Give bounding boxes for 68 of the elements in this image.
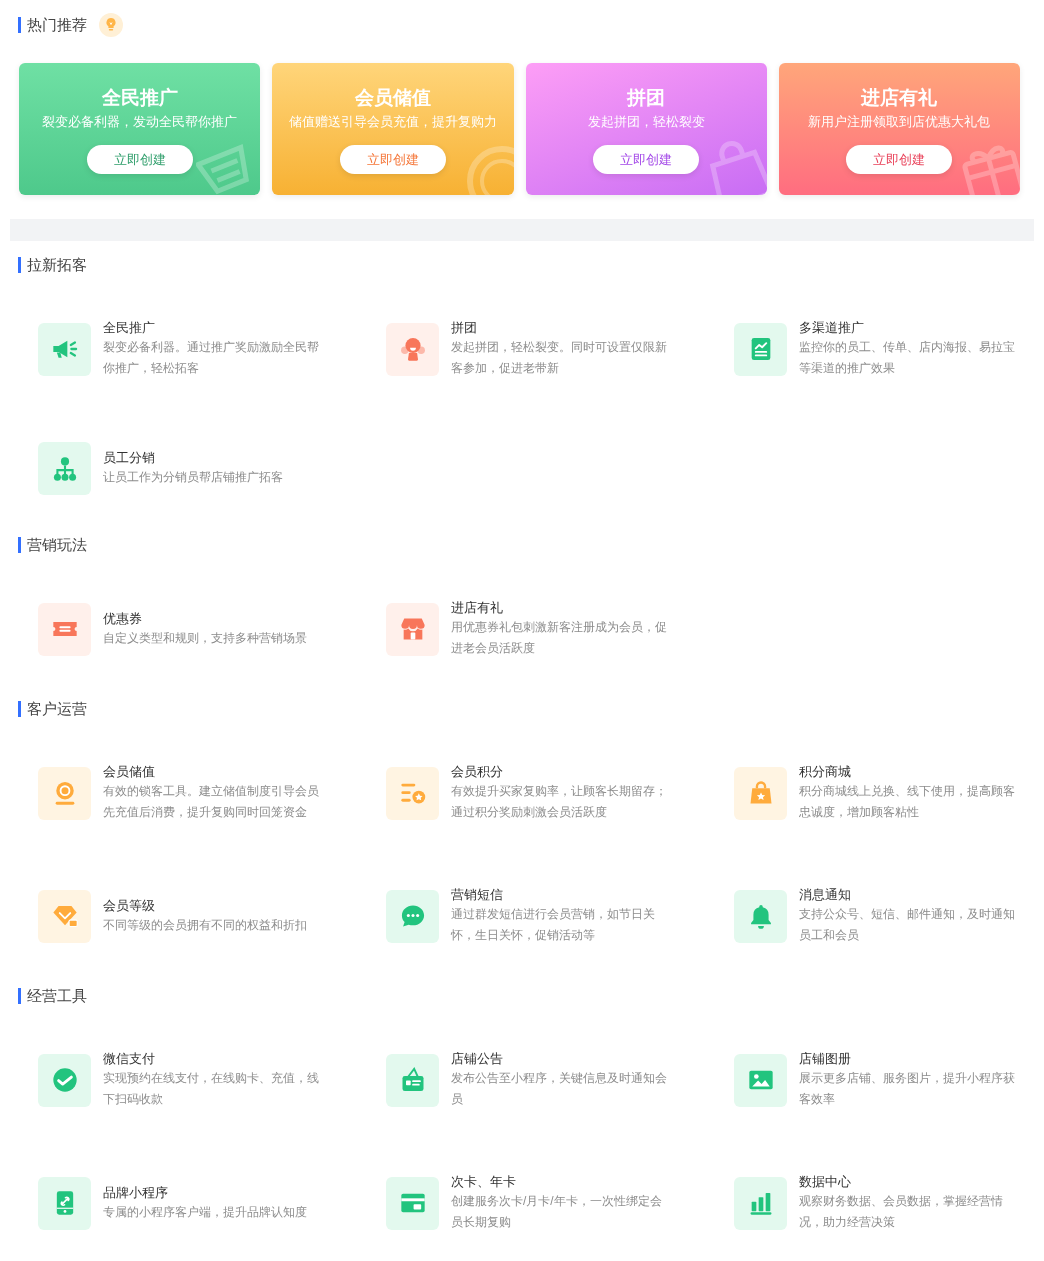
signboard-icon: [386, 1053, 439, 1107]
hierarchy-icon: [38, 442, 91, 495]
megaphone-icon: [38, 322, 91, 376]
card-title: 拼团: [627, 87, 666, 109]
feature-description: 有效的锁客工具。建立储值制度引导会员先充值后消费，提升复购同时回笼资金: [103, 783, 320, 821]
feature-description: 裂变必备利器。通过推广奖励激励全民帮你推广，轻松拓客: [103, 339, 320, 377]
feature-description: 用优惠券礼包刺激新客注册成为会员，促进老会员活跃度: [451, 619, 668, 657]
shop-icon: [386, 602, 439, 656]
card-subtitle: 储值赠送引导会员充值，提升复购力: [288, 113, 497, 131]
card-subtitle: 裂变必备利器，发动全民帮你推广: [42, 113, 238, 131]
bar-chart-icon: [734, 1176, 787, 1230]
feature-title[interactable]: 微信支付: [103, 1050, 322, 1068]
ticket-icon: [38, 602, 91, 656]
feature-description: 发起拼团，轻松裂变。同时可设置仅限新客参加，促进老带新: [451, 339, 668, 377]
feature-title[interactable]: 品牌小程序: [103, 1183, 322, 1202]
light-bulb-icon: [99, 13, 123, 37]
section-title: 经营工具: [18, 988, 87, 1004]
card-title: 会员储值: [354, 87, 431, 109]
feature-title[interactable]: 店铺图册: [799, 1050, 1018, 1068]
feature-description: 让员工作为分销员帮店铺推广拓客: [103, 469, 284, 486]
chart-document-icon: [734, 322, 787, 376]
feature-description: 专属的小程序客户端，提升品牌认知度: [103, 1203, 308, 1221]
feature-description: 创建服务次卡/月卡/年卡，一次性绑定会员长期复购: [451, 1193, 663, 1231]
card-title: 进店有礼: [861, 87, 938, 109]
feature-title[interactable]: 拼团: [451, 319, 670, 337]
feature-title[interactable]: 进店有礼: [451, 599, 670, 617]
bell-icon: [734, 889, 787, 943]
feature-title[interactable]: 员工分销: [103, 449, 322, 467]
feature-title[interactable]: 积分商城: [799, 763, 1018, 781]
feature-title[interactable]: 全民推广: [103, 319, 322, 337]
card-icon: [386, 1176, 439, 1230]
feature-title[interactable]: 营销短信: [451, 886, 670, 904]
create-button[interactable]: 立即创建: [846, 145, 953, 174]
feature-title[interactable]: 消息通知: [799, 886, 1018, 904]
feature-title[interactable]: 会员等级: [103, 896, 322, 915]
feature-description: 支持公众号、短信、邮件通知，及时通知员工和会员: [799, 906, 1016, 944]
section-title: 热门推荐: [18, 17, 87, 33]
feature-title[interactable]: 次卡、年卡: [451, 1173, 670, 1191]
phone-icon: [38, 1176, 91, 1230]
feature-description: 监控你的员工、传单、店内海报、易拉宝等渠道的推广效果: [799, 339, 1016, 377]
feature-description: 积分商城线上兑换、线下使用，提高顾客忠诚度，增加顾客粘性: [799, 783, 1016, 821]
feature-description: 不同等级的会员拥有不同的权益和折扣: [103, 916, 308, 934]
section-title: 拉新拓客: [18, 257, 87, 273]
feature-title[interactable]: 店铺公告: [451, 1050, 670, 1068]
feature-description: 有效提升买家复购率，让顾客长期留存；通过积分奖励刺激会员活跃度: [451, 783, 668, 821]
feature-description: 实现预约在线支付，在线购卡、充值，线下扫码收款: [103, 1070, 320, 1108]
shopping-bag-icon: [734, 766, 787, 820]
feature-title[interactable]: 多渠道推广: [799, 319, 1018, 337]
card-subtitle: 发起拼团，轻松裂变: [587, 113, 705, 131]
feature-title[interactable]: 数据中心: [799, 1173, 1018, 1191]
feature-description: 通过群发短信进行会员营销，如节日关怀，生日关怀，促销活动等: [451, 906, 656, 944]
card-title: 全民推广: [101, 87, 178, 109]
coin-icon: [38, 766, 91, 820]
feature-description: 观察财务数据、会员数据，掌握经营情况，助力经营决策: [799, 1193, 1004, 1231]
feature-description: 展示更多店铺、服务图片，提升小程序获客效率: [799, 1070, 1016, 1108]
feature-title[interactable]: 会员积分: [451, 763, 670, 781]
feature-title[interactable]: 会员储值: [103, 763, 322, 781]
section-title: 客户运营: [18, 701, 87, 717]
card-subtitle: 新用户注册领取到店优惠大礼包: [808, 113, 991, 131]
create-button[interactable]: 立即创建: [86, 145, 193, 174]
chat-bubble-icon: [386, 889, 439, 943]
person-icon: [386, 322, 439, 376]
section-title: 营销玩法: [18, 537, 87, 553]
feature-description: 自定义类型和规则，支持多种营销场景: [103, 629, 308, 647]
create-button[interactable]: 立即创建: [593, 145, 700, 174]
feature-description: 发布公告至小程序，关键信息及时通知会员: [451, 1070, 668, 1108]
feature-title[interactable]: 优惠券: [103, 609, 322, 628]
image-icon: [734, 1053, 787, 1107]
